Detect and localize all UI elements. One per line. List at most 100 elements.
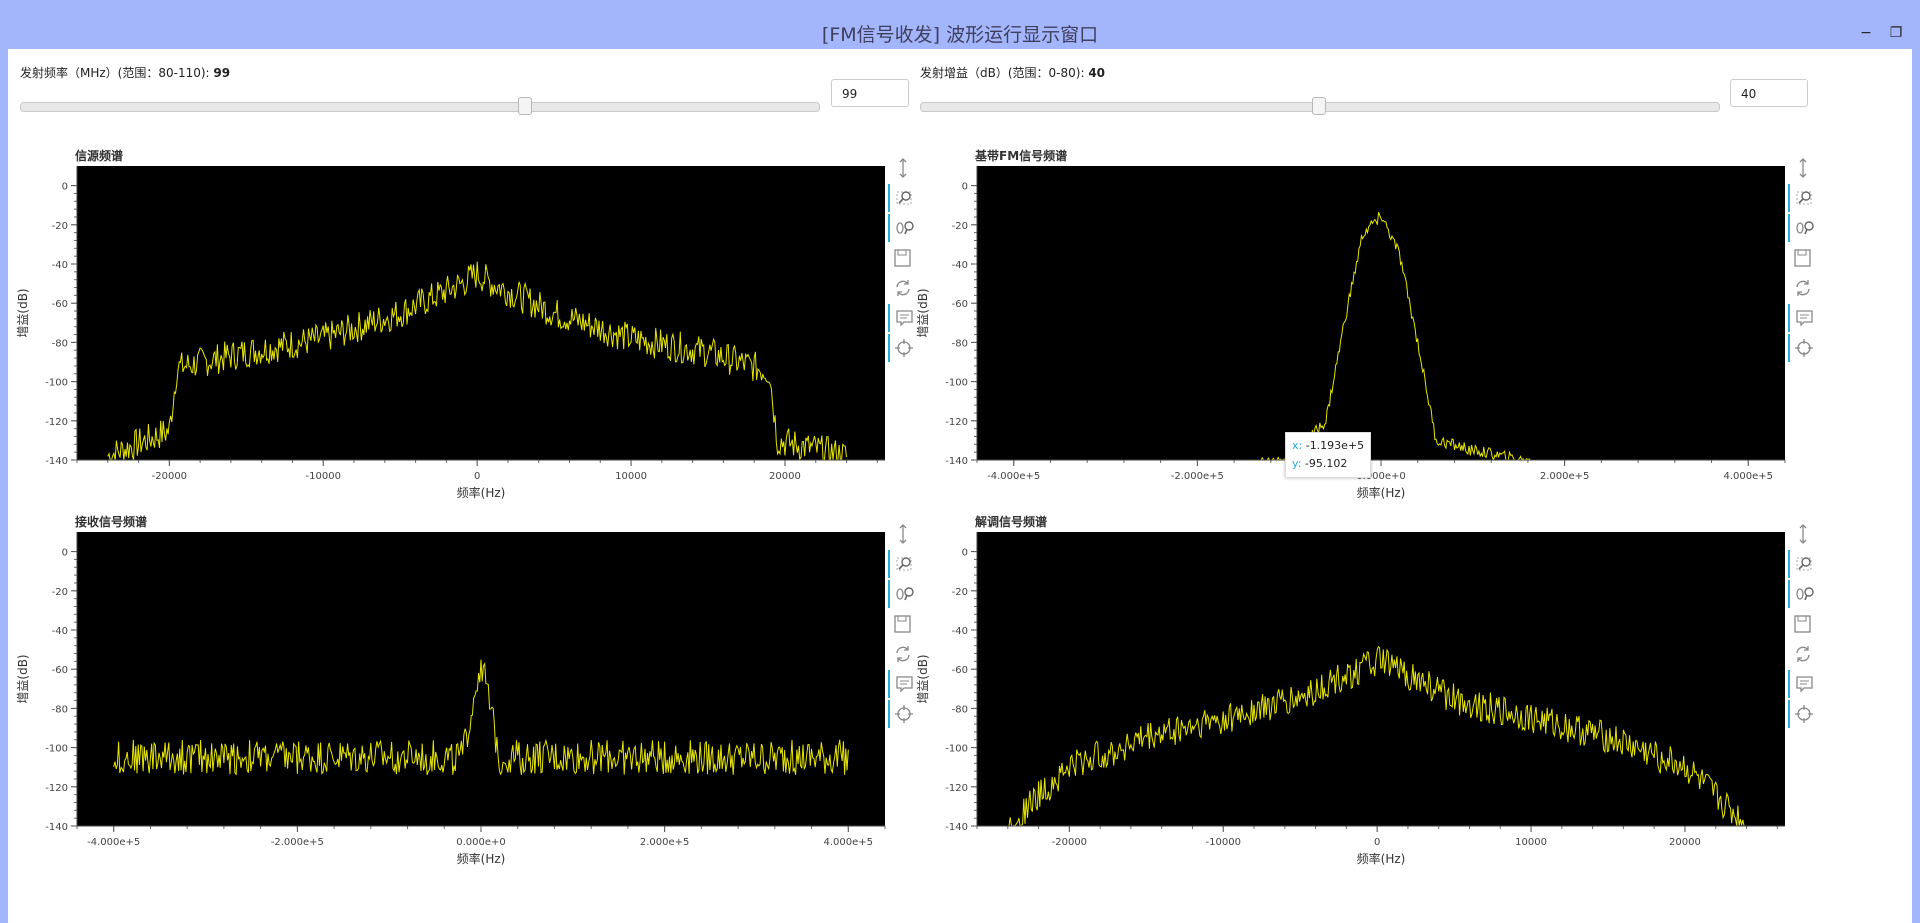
y-tick-label: -100 [945,378,968,389]
y-tick-label: -120 [945,417,968,428]
wheel-zoom-icon [1796,587,1814,601]
box-zoom-y-icon [1799,158,1807,178]
reset-icon [1796,646,1810,662]
y-tick-label: -100 [945,744,968,755]
wheel-zoom-tool-button[interactable] [1788,580,1820,608]
save-tool-button[interactable] [1788,610,1818,638]
x-axis-label: 频率(Hz) [457,851,506,866]
plot-received: 接收信号频谱 0 -20 -40 -60 -80 -100 -120 -140 -4.000e+5… [8,507,914,873]
x-tick-label: 2.000e+5 [1540,471,1590,482]
x-tick-label: -2.000e+5 [271,837,324,848]
y-axis-label: 增益(dB) [916,654,930,703]
restore-icon: ❐ [1889,25,1903,41]
y-tick-label: -40 [952,626,968,637]
save-icon [1794,615,1811,633]
plot-canvas-source[interactable]: 0 -20 -40 -60 -80 -100 -120 -140 -20000 -10000 0 10… [8,141,908,507]
minimize-icon: − [1860,25,1872,41]
x-axis-label: 频率(Hz) [1357,851,1406,866]
hover-tool-button[interactable] [1788,670,1820,698]
plot-area[interactable] [77,166,885,460]
reset-tool-button[interactable] [1788,640,1818,668]
x-axis-label: 频率(Hz) [457,485,506,500]
x-tick-label: 0 [1374,837,1380,848]
x-tick-label: -10000 [1206,837,1241,848]
main-panel: 发射频率（MHz）(范围：80-110): 99 99 发射增益（dB）(范围：… [8,49,1912,923]
x-tick-label: 10000 [1515,837,1547,848]
box-zoom-icon [1796,557,1812,571]
save-tool-button[interactable] [1788,244,1818,272]
y-tick-label: 0 [962,182,968,193]
plot-area[interactable] [977,166,1785,460]
hover-tooltip: x: -1.193e+5 y: -95.102 [1285,432,1372,478]
y-tick-label: -100 [45,744,68,755]
y-tick-label: -140 [45,822,68,833]
box-zoom-tool-button[interactable] [1788,184,1820,212]
box-zoom-y-tool-button[interactable] [1788,520,1818,548]
x-tick-label: 10000 [615,471,647,482]
crosshair-icon [1795,705,1813,723]
y-tick-label: -140 [45,456,68,467]
wheel-zoom-tool-button[interactable] [1788,214,1820,242]
minimize-button[interactable]: − [1855,22,1877,44]
box-zoom-icon [1796,191,1812,205]
hover-icon [1796,310,1813,327]
gain-slider-handle[interactable] [1312,97,1326,115]
reset-tool-button[interactable] [1788,274,1818,302]
gain-input[interactable]: 40 [1730,79,1808,107]
plot-area[interactable] [977,532,1785,826]
x-tick-label: 0 [474,471,480,482]
hover-icon [1796,676,1813,693]
x-tick-label: 4.000e+5 [824,837,874,848]
x-tick-label: 0.000e+0 [456,837,506,848]
x-tick-label: -20000 [152,471,187,482]
plot-canvas-received[interactable]: 0 -20 -40 -60 -80 -100 -120 -140 -4.000e+5 -2.000… [8,507,908,873]
y-tick-label: -80 [52,704,68,715]
y-tick-label: -80 [952,338,968,349]
freq-label: 发射频率（MHz）(范围：80-110): 99 [20,64,230,81]
gain-label-text: 发射增益（dB）(范围：0-80): [920,66,1085,80]
freq-slider-handle[interactable] [518,97,533,115]
plot-canvas-demod[interactable]: 0 -20 -40 -60 -80 -100 -120 -140 -20000 -10000 0 10… [908,507,1808,873]
crosshair-tool-button[interactable] [1788,334,1820,362]
y-tick-label: -20 [952,221,968,232]
y-tick-label: -60 [952,299,968,310]
freq-slider-track[interactable] [20,102,820,112]
y-tick-label: 0 [62,548,68,559]
freq-label-text: 发射频率（MHz）(范围：80-110): [20,66,210,80]
y-tick-label: -120 [45,783,68,794]
y-tick-label: -60 [952,665,968,676]
y-tick-label: -20 [952,587,968,598]
tooltip-x-value: -1.193e+5 [1305,439,1365,452]
y-tick-label: -100 [45,378,68,389]
y-tick-label: -120 [945,783,968,794]
tooltip-y-key: y: [1292,457,1302,470]
box-zoom-y-icon [1799,524,1807,544]
y-tick-label: -20 [52,221,68,232]
y-tick-label: 0 [962,548,968,559]
crosshair-tool-button[interactable] [1788,700,1820,728]
freq-value-readout: 99 [213,66,231,80]
box-zoom-y-tool-button[interactable] [1788,154,1818,182]
box-zoom-tool-button[interactable] [1788,550,1820,578]
y-tick-label: -120 [45,417,68,428]
window-title: [FM信号收发] 波形运行显示窗口 [821,24,1099,46]
save-icon [1794,249,1811,267]
crosshair-icon [1795,339,1813,357]
plot-demod: 解调信号频谱 0 -20 -40 -60 -80 -100 -120 -140 -20000 -10… [908,507,1814,873]
x-tick-label: 2.000e+5 [640,837,690,848]
freq-input[interactable]: 99 [831,79,909,107]
y-tick-label: -80 [952,704,968,715]
y-tick-label: -40 [52,260,68,271]
y-tick-label: -140 [945,822,968,833]
y-axis-label: 增益(dB) [16,654,30,703]
x-tick-label: 4.000e+5 [1724,471,1774,482]
y-tick-label: -60 [52,665,68,676]
restore-button[interactable]: ❐ [1885,22,1907,44]
hover-tool-button[interactable] [1788,304,1820,332]
tooltip-y-row: y: -95.102 [1292,455,1364,473]
tooltip-x-key: x: [1292,439,1303,452]
y-tick-label: -60 [52,299,68,310]
plot-area[interactable] [77,532,885,826]
y-tick-label: -20 [52,587,68,598]
y-tick-label: 0 [62,182,68,193]
